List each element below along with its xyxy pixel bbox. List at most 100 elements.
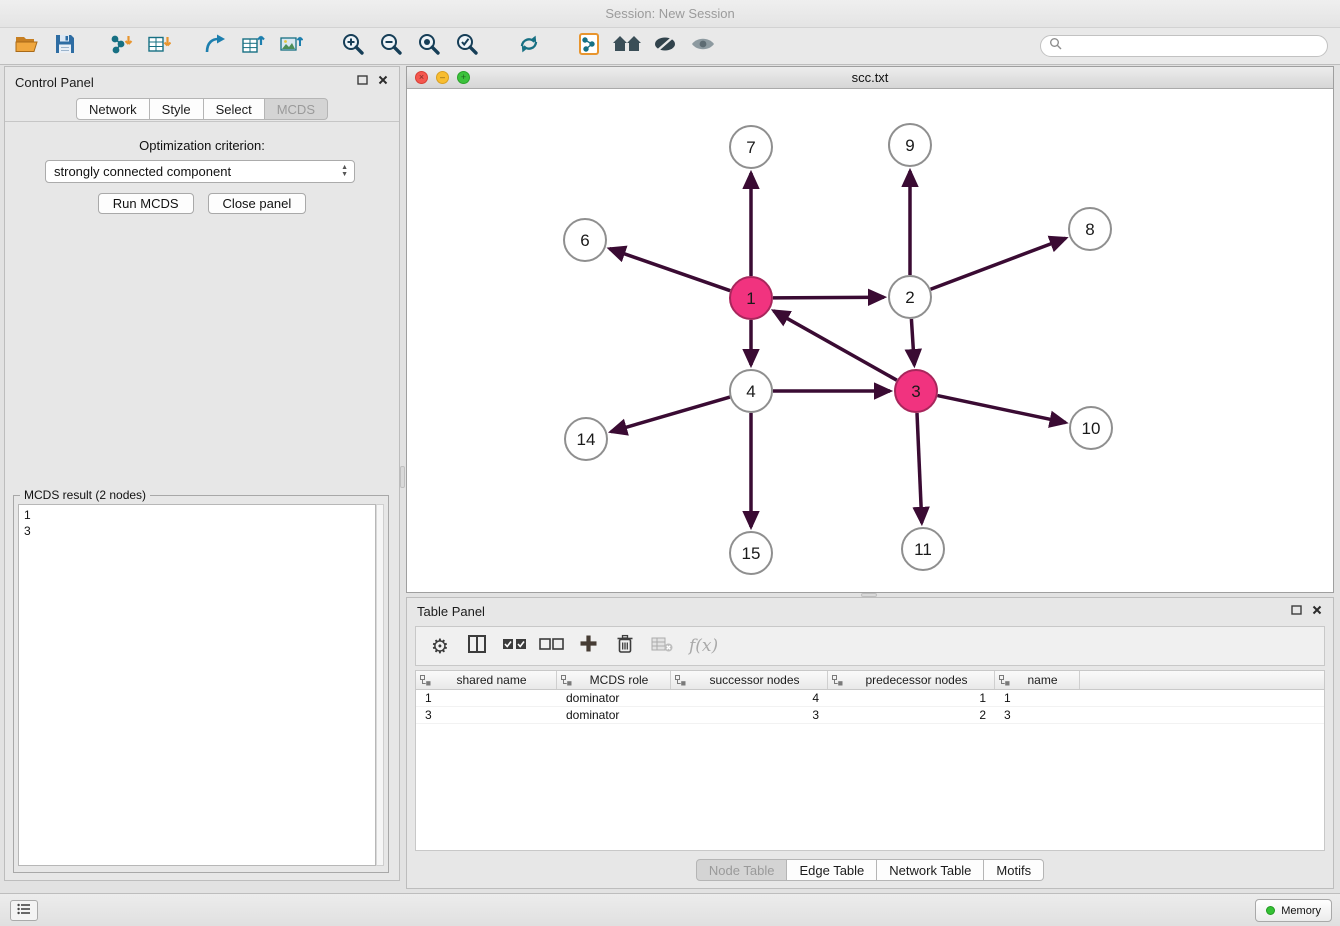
optimization-dropdown[interactable]: strongly connected component ▲▼ — [45, 160, 355, 183]
zoom-fit-button[interactable] — [410, 31, 448, 61]
graph-node-10[interactable]: 10 — [1070, 407, 1112, 449]
tab-select[interactable]: Select — [204, 98, 265, 120]
apply-layout-button[interactable] — [510, 31, 548, 61]
close-panel-icon[interactable] — [377, 74, 389, 86]
graph-node-7[interactable]: 7 — [730, 126, 772, 168]
graph-edge-1-2[interactable] — [773, 297, 884, 298]
new-column-button[interactable] — [572, 631, 604, 661]
open-session-button[interactable] — [8, 31, 46, 61]
graph-edge-3-11[interactable] — [917, 413, 922, 523]
graph-node-8[interactable]: 8 — [1069, 208, 1111, 250]
tab-mcds[interactable]: MCDS — [265, 98, 328, 120]
hide-selected-button[interactable] — [646, 31, 684, 61]
gear-icon: ⚙ — [431, 634, 449, 658]
delete-table-button[interactable] — [646, 631, 678, 661]
graph-node-14[interactable]: 14 — [565, 418, 607, 460]
import-network-button[interactable] — [102, 31, 140, 61]
export-network-button[interactable] — [196, 31, 234, 61]
column-header-label: name — [1010, 673, 1075, 687]
close-table-panel-icon[interactable] — [1311, 604, 1323, 616]
minimize-window-icon[interactable]: – — [436, 71, 449, 84]
zoom-out-button[interactable] — [372, 31, 410, 61]
export-image-button[interactable] — [272, 31, 310, 61]
column-header-successor-nodes[interactable]: successor nodes — [671, 671, 828, 689]
column-header-predecessor-nodes[interactable]: predecessor nodes — [828, 671, 995, 689]
graph-edge-4-14[interactable] — [611, 397, 730, 432]
graph-edge-2-8[interactable] — [931, 238, 1066, 289]
network-canvas[interactable]: 7 9 6 8 1 2 4 3 10 14 15 11 — [407, 89, 1333, 592]
table-cell: dominator — [557, 708, 671, 722]
horizontal-splitter-handle[interactable] — [861, 593, 877, 597]
result-scrollbar[interactable] — [376, 504, 384, 866]
close-panel-button[interactable]: Close panel — [208, 193, 307, 214]
split-column-button[interactable] — [461, 631, 493, 661]
network-window-titlebar[interactable]: × – + scc.txt — [407, 67, 1333, 89]
column-header-name[interactable]: name — [995, 671, 1080, 689]
delete-columns-button[interactable] — [609, 631, 641, 661]
graph-edge-3-1[interactable] — [774, 311, 897, 380]
graph-node-3[interactable]: 3 — [895, 370, 937, 412]
tab-edge-table[interactable]: Edge Table — [787, 859, 877, 881]
graph-node-9[interactable]: 9 — [889, 124, 931, 166]
tab-network-table[interactable]: Network Table — [877, 859, 984, 881]
graph-node-4[interactable]: 4 — [730, 370, 772, 412]
eye-slash-icon — [653, 33, 677, 60]
run-mcds-button[interactable]: Run MCDS — [98, 193, 194, 214]
list-icon — [17, 902, 31, 920]
optimization-label: Optimization criterion: — [5, 138, 399, 153]
table-cell: dominator — [557, 691, 671, 705]
column-settings-button[interactable]: ⚙ — [424, 631, 456, 661]
first-neighbors-button[interactable] — [570, 31, 608, 61]
graph-node-6[interactable]: 6 — [564, 219, 606, 261]
import-table-button[interactable] — [140, 31, 178, 61]
vertical-splitter-handle[interactable] — [400, 466, 405, 488]
zoom-out-icon — [379, 32, 403, 61]
tab-network[interactable]: Network — [76, 98, 150, 120]
graph-node-label: 2 — [905, 288, 914, 307]
mcds-result-text[interactable]: 13 — [18, 504, 376, 866]
graph-edge-2-3[interactable] — [911, 319, 914, 365]
fx-icon: f(x) — [689, 636, 718, 656]
export-table-button[interactable] — [234, 31, 272, 61]
memory-button[interactable]: Memory — [1255, 899, 1332, 922]
graph-node-15[interactable]: 15 — [730, 532, 772, 574]
float-table-panel-icon[interactable] — [1290, 604, 1302, 616]
graph-edge-3-10[interactable] — [938, 396, 1066, 423]
float-panel-icon[interactable] — [356, 74, 368, 86]
table-row[interactable]: 3dominator323 — [416, 707, 1324, 724]
save-session-button[interactable] — [46, 31, 84, 61]
zoom-window-icon[interactable]: + — [457, 71, 470, 84]
node-table: shared name MCDS role successor nodesprede… — [415, 670, 1325, 851]
control-panel: Control Panel NetworkStyleSelectMCDS Opt… — [4, 66, 400, 881]
delete-table-icon — [651, 635, 673, 658]
panel-menu-button[interactable] — [10, 900, 38, 921]
column-type-icon — [999, 675, 1010, 686]
table-row[interactable]: 1dominator411 — [416, 690, 1324, 707]
graph-edge-1-6[interactable] — [610, 249, 731, 291]
zoom-selected-icon — [455, 32, 479, 61]
zoom-selected-button[interactable] — [448, 31, 486, 61]
column-header-shared-name[interactable]: shared name — [416, 671, 557, 689]
memory-status-icon — [1266, 906, 1275, 915]
graph-node-1[interactable]: 1 — [730, 277, 772, 319]
function-builder-button[interactable]: f(x) — [683, 631, 718, 661]
search-input[interactable] — [1067, 39, 1327, 53]
graph-node-2[interactable]: 2 — [889, 276, 931, 318]
tab-node-table[interactable]: Node Table — [696, 859, 788, 881]
column-header-label: MCDS role — [572, 673, 666, 687]
column-header-MCDS-role[interactable]: MCDS role — [557, 671, 671, 689]
select-all-columns-button[interactable] — [498, 631, 530, 661]
close-window-icon[interactable]: × — [415, 71, 428, 84]
export-network-icon — [203, 33, 227, 60]
table-cell: 3 — [995, 708, 1080, 722]
siblings-button[interactable] — [608, 31, 646, 61]
tab-motifs[interactable]: Motifs — [984, 859, 1044, 881]
show-all-button[interactable] — [684, 31, 722, 61]
search-box[interactable] — [1040, 35, 1328, 57]
unselect-all-columns-button[interactable] — [535, 631, 567, 661]
table-body: 1dominator4113dominator323 — [416, 690, 1324, 724]
graph-node-label: 4 — [746, 382, 755, 401]
tab-style[interactable]: Style — [150, 98, 204, 120]
graph-node-11[interactable]: 11 — [902, 528, 944, 570]
zoom-in-button[interactable] — [334, 31, 372, 61]
